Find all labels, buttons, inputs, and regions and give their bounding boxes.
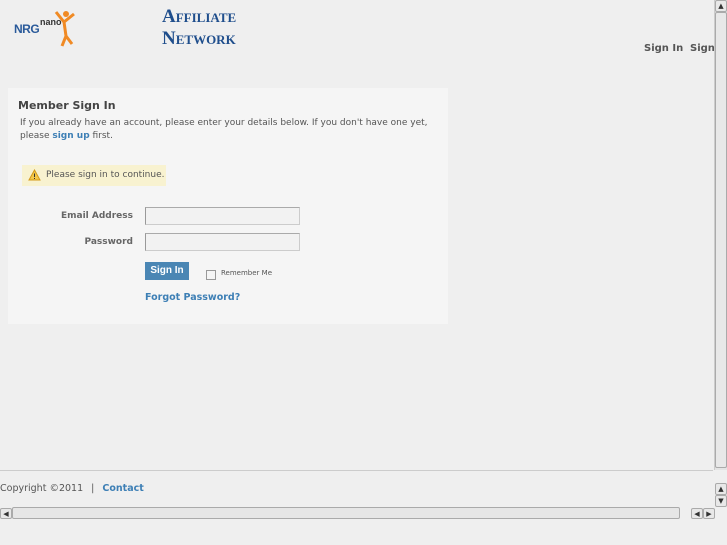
email-field[interactable] [145, 207, 300, 225]
footer-scroll-down-button[interactable]: ▼ [715, 495, 727, 507]
warning-icon [28, 169, 41, 181]
logo-nano: nano [40, 17, 62, 27]
page-title: Member Sign In [18, 99, 116, 112]
scroll-left-button-2[interactable]: ◀ [691, 508, 703, 519]
warning-message: Please sign in to continue. [22, 165, 166, 186]
contact-link[interactable]: Contact [102, 483, 143, 494]
intro-text: If you already have an account, please e… [20, 117, 440, 143]
remember-me-checkbox[interactable] [206, 270, 216, 280]
nav-sign-up[interactable]: Sign [690, 43, 715, 54]
password-label: Password [84, 237, 133, 247]
scroll-thumb[interactable] [715, 12, 727, 468]
warning-text: Please sign in to continue. [46, 170, 165, 180]
password-field[interactable] [145, 233, 300, 251]
title-line-2: Network [162, 28, 236, 49]
forgot-password-link[interactable]: Forgot Password? [145, 292, 240, 303]
signup-link[interactable]: sign up [52, 131, 89, 141]
scroll-up-button[interactable]: ▲ [715, 0, 727, 12]
signin-panel: Member Sign In If you already have an ac… [8, 88, 448, 324]
nav-sign-in[interactable]: Sign In [644, 43, 683, 54]
email-label: Email Address [60, 211, 133, 221]
sign-in-button[interactable]: Sign In [145, 262, 189, 280]
figure-icon [54, 11, 75, 47]
logo-nrg: NRG [14, 22, 40, 36]
footer-separator: | [91, 483, 95, 494]
title-line-1: Affiliate [162, 6, 237, 27]
copyright-text: Copyright ©2011 [0, 483, 84, 494]
scroll-right-button[interactable]: ▶ [703, 508, 715, 519]
footer-scroll-up-button[interactable]: ▲ [715, 483, 727, 495]
nrgnano-logo[interactable]: NRG nano [14, 8, 80, 48]
horizontal-scrollbar[interactable] [12, 507, 680, 519]
remember-me-label[interactable]: Remember Me [221, 269, 272, 277]
intro-after: first. [89, 131, 113, 141]
footer: Copyright ©2011 | Contact [0, 483, 144, 494]
footer-divider [0, 470, 713, 471]
vertical-scrollbar[interactable]: ▲ [714, 0, 727, 470]
site-title: Affiliate Network [162, 6, 236, 50]
scroll-left-button[interactable]: ◀ [0, 508, 12, 519]
